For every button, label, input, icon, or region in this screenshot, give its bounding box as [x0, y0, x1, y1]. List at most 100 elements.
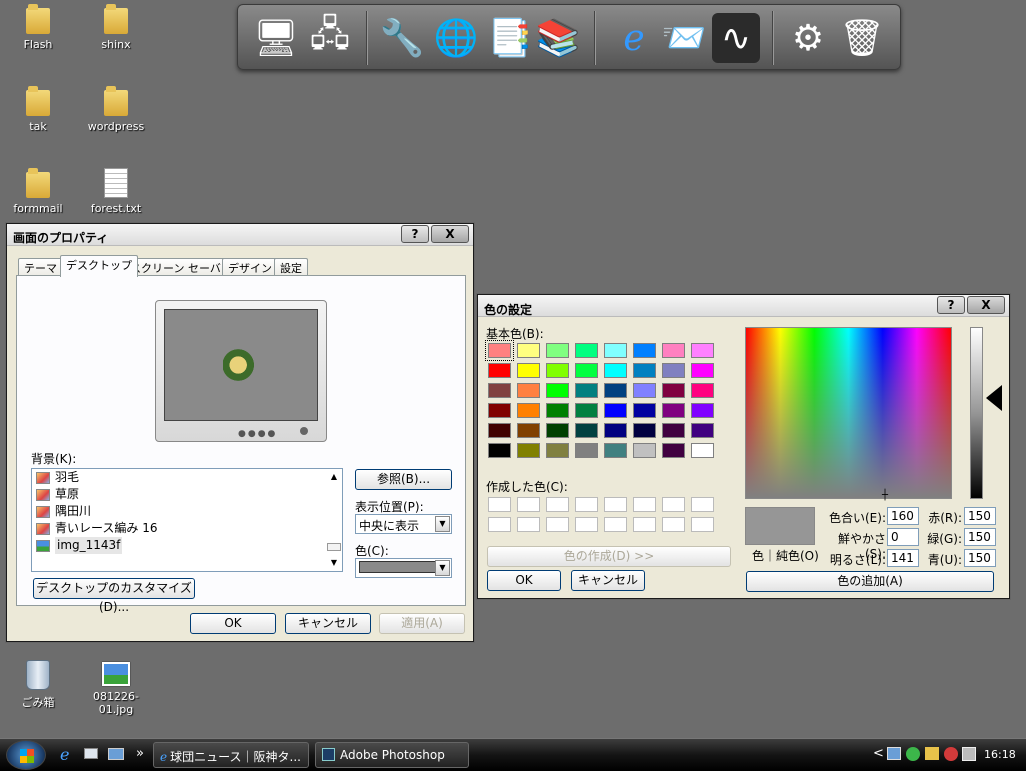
cancel-button[interactable]: キャンセル [285, 613, 371, 634]
desktop-icon-flash[interactable]: Flash [0, 4, 76, 51]
custom-color-swatch[interactable] [604, 497, 627, 512]
basic-color-swatch[interactable] [517, 403, 540, 418]
task-photoshop[interactable]: Adobe Photoshop [315, 742, 469, 768]
list-item-selected[interactable]: img_1143f [32, 537, 342, 554]
basic-color-swatch[interactable] [604, 343, 627, 358]
basic-color-swatch[interactable] [604, 423, 627, 438]
custom-color-swatch[interactable] [546, 497, 569, 512]
red-field[interactable]: 150 [964, 507, 996, 525]
custom-color-swatch[interactable] [691, 497, 714, 512]
basic-color-swatch[interactable] [546, 363, 569, 378]
internet-explorer-icon[interactable]: e [610, 13, 658, 63]
sound-wave-icon[interactable]: ∿ [712, 13, 760, 63]
list-item[interactable]: 草原 [32, 486, 342, 503]
basic-color-swatch[interactable] [662, 383, 685, 398]
desktop-icon-wordpress[interactable]: wordpress [78, 86, 154, 133]
help-button[interactable]: ? [401, 225, 429, 243]
basic-color-swatch[interactable] [488, 443, 511, 458]
gear-icon[interactable]: ⚙ [784, 13, 832, 63]
luminance-field[interactable]: 141 [887, 549, 919, 567]
scroll-thumb[interactable] [327, 543, 341, 551]
basic-color-swatch[interactable] [633, 343, 656, 358]
basic-color-swatch[interactable] [546, 383, 569, 398]
cancel-button[interactable]: キャンセル [571, 570, 645, 591]
list-item[interactable]: 青いレース編み 16 [32, 520, 342, 537]
tab-settings[interactable]: 設定 [274, 258, 308, 276]
custom-color-swatch[interactable] [575, 517, 598, 532]
custom-color-swatch[interactable] [575, 497, 598, 512]
basic-color-swatch[interactable] [691, 403, 714, 418]
ok-button[interactable]: OK [487, 570, 561, 591]
scroll-up-arrow[interactable]: ▲ [326, 469, 342, 485]
luminance-arrow-icon[interactable] [986, 385, 1002, 411]
network-connections-icon[interactable]: 🖧 [306, 13, 354, 63]
custom-color-swatch[interactable] [662, 517, 685, 532]
list-item[interactable]: 羽毛 [32, 469, 342, 486]
tab-screensaver[interactable]: スクリーン セーバー [124, 258, 238, 276]
color-spectrum[interactable]: ┼ [745, 327, 952, 501]
basic-color-swatch[interactable] [485, 340, 514, 361]
quicklaunch-more-button[interactable]: » [136, 746, 144, 761]
mail-icon[interactable] [84, 748, 98, 759]
basic-color-swatch[interactable] [691, 343, 714, 358]
basic-color-swatch[interactable] [517, 363, 540, 378]
documents-icon[interactable]: 📑 [486, 13, 534, 63]
custom-color-swatch[interactable] [546, 517, 569, 532]
start-button[interactable] [6, 740, 46, 770]
desktop-icon-forest-txt[interactable]: forest.txt [78, 168, 154, 215]
green-field[interactable]: 150 [964, 528, 996, 546]
background-list[interactable]: 羽毛 草原 隅田川 青いレース編み 16 img_1143f ▲ ▼ [31, 468, 343, 572]
basic-color-swatch[interactable] [575, 423, 598, 438]
basic-color-swatch[interactable] [488, 403, 511, 418]
wrench-icon[interactable]: 🔧 [378, 13, 426, 63]
basic-color-swatch[interactable] [517, 383, 540, 398]
basic-color-swatch[interactable] [575, 443, 598, 458]
customize-desktop-button[interactable]: デスクトップのカスタマイズ(D)... [33, 578, 195, 614]
desktop-icon-shinx[interactable]: shinx [78, 4, 154, 51]
basic-color-swatch[interactable] [691, 363, 714, 378]
security-tray-icon[interactable] [906, 747, 920, 761]
basic-color-swatch[interactable] [662, 443, 685, 458]
show-desktop-icon[interactable] [108, 748, 124, 760]
custom-color-swatch[interactable] [662, 497, 685, 512]
basic-color-swatch[interactable] [604, 403, 627, 418]
basic-color-swatch[interactable] [662, 343, 685, 358]
app-tray-icon[interactable] [962, 747, 976, 761]
ok-button[interactable]: OK [190, 613, 276, 634]
internet-explorer-icon[interactable]: e [60, 745, 69, 764]
basic-color-swatch[interactable] [517, 443, 540, 458]
basic-color-swatch[interactable] [604, 363, 627, 378]
custom-color-swatch[interactable] [488, 517, 511, 532]
close-button[interactable]: X [431, 225, 469, 243]
basic-color-swatch[interactable] [691, 423, 714, 438]
tab-desktop[interactable]: デスクトップ [60, 255, 138, 277]
basic-color-swatch[interactable] [662, 423, 685, 438]
apply-button[interactable]: 適用(A) [379, 613, 465, 634]
desktop-icon-tak[interactable]: tak [0, 86, 76, 133]
hue-field[interactable]: 160 [887, 507, 919, 525]
basic-color-swatch[interactable] [517, 343, 540, 358]
basic-color-swatch[interactable] [488, 383, 511, 398]
add-custom-color-button[interactable]: 色の追加(A) [746, 571, 994, 592]
tab-design[interactable]: デザイン [222, 258, 278, 276]
custom-color-swatch[interactable] [633, 517, 656, 532]
basic-color-swatch[interactable] [604, 443, 627, 458]
custom-color-swatch[interactable] [517, 497, 540, 512]
desktop-icon-jpg[interactable]: 081226-01.jpg [78, 662, 154, 716]
recycle-bin-icon[interactable]: 🗑 [838, 13, 886, 63]
task-browser[interactable]: e 球団ニュース｜阪神タ... [153, 742, 309, 768]
list-item[interactable]: 隅田川 [32, 503, 342, 520]
define-colors-button[interactable]: 色の作成(D) >> [487, 546, 731, 567]
basic-color-swatch[interactable] [575, 343, 598, 358]
basic-color-swatch[interactable] [633, 443, 656, 458]
volume-muted-tray-icon[interactable] [944, 747, 958, 761]
saturation-field[interactable]: 0 [887, 528, 919, 546]
desktop-icon-recycle-bin[interactable]: ごみ箱 [0, 660, 76, 710]
basic-color-swatch[interactable] [546, 403, 569, 418]
mail-icon[interactable]: 📨 [660, 13, 708, 63]
messenger-tray-icon[interactable] [925, 747, 939, 760]
custom-color-swatch[interactable] [633, 497, 656, 512]
desktop-icon-formmail[interactable]: formmail [0, 168, 76, 215]
scroll-down-arrow[interactable]: ▼ [326, 555, 342, 571]
tray-expand-button[interactable]: < [873, 746, 884, 761]
